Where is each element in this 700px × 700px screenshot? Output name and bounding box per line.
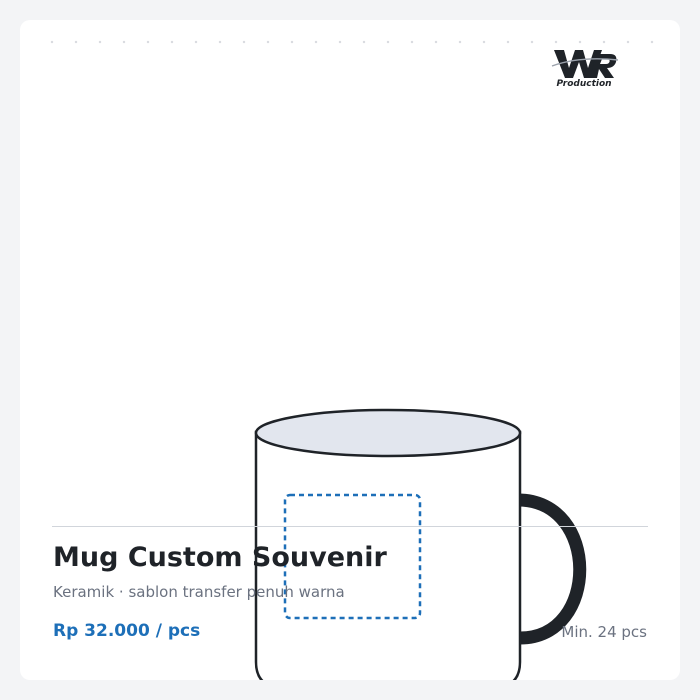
brand-logo: Production: [550, 44, 620, 88]
mug-rim: [254, 408, 522, 458]
min-order-label: Min. 24 pcs: [561, 623, 647, 641]
mug-handle: [511, 493, 587, 645]
product-subtitle: Keramik · sablon transfer penuh warna: [53, 583, 345, 601]
divider: [52, 526, 648, 527]
brand-logo-subtext: Production: [556, 79, 611, 88]
price-label: Rp 32.000 / pcs: [53, 621, 201, 641]
product-title: Mug Custom Souvenir: [53, 542, 387, 573]
product-card[interactable]: Production Mug Custom Souvenir Keramik ·…: [20, 20, 680, 680]
